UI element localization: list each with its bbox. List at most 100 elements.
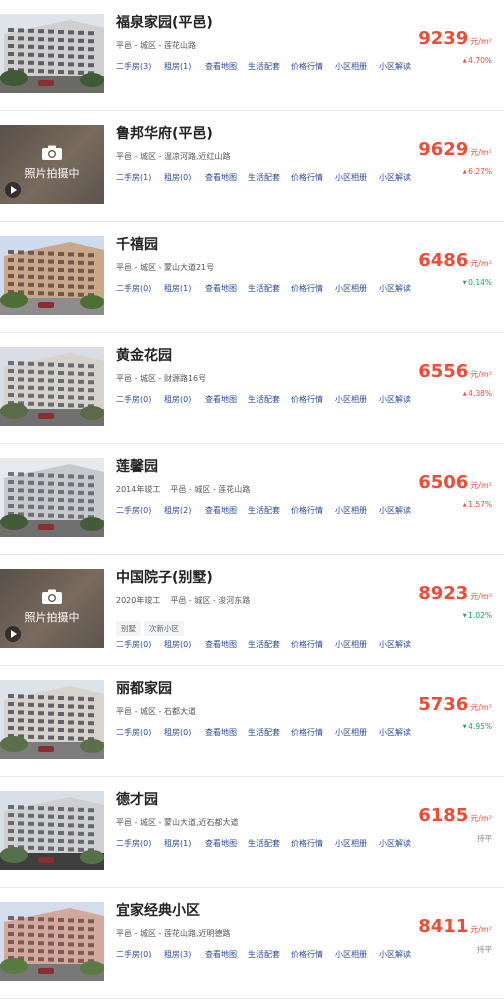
link-secondhand[interactable]: 二手房(0)	[116, 505, 151, 516]
link-price-trend[interactable]: 价格行情	[291, 283, 323, 294]
community-name[interactable]: 宜家经典小区	[116, 900, 200, 920]
listing-item[interactable]: 黄金花园 平邑 - 城区 - 财源路16号 二手房(0) 租房(0) 查看地图 生活配…	[0, 333, 504, 444]
listing-item[interactable]: 千禧园 平邑 - 城区 - 蒙山大道21号 二手房(0) 租房(1) 查看地图 生活配…	[0, 222, 504, 333]
community-name[interactable]: 丽都家园	[116, 678, 172, 698]
link-life-facilities[interactable]: 生活配套	[248, 838, 280, 849]
link-secondhand[interactable]: 二手房(0)	[116, 283, 151, 294]
community-name[interactable]: 福泉家园(平邑)	[116, 12, 213, 32]
link-price-trend[interactable]: 价格行情	[291, 639, 323, 650]
community-photo[interactable]: 照片拍摄中	[0, 125, 104, 204]
link-secondhand[interactable]: 二手房(0)	[116, 394, 151, 405]
link-album[interactable]: 小区相册	[335, 639, 367, 650]
link-album[interactable]: 小区相册	[335, 505, 367, 516]
play-icon[interactable]	[5, 626, 21, 642]
link-life-facilities[interactable]: 生活配套	[248, 172, 280, 183]
address-text: 平邑 - 城区 - 浚河东路	[170, 596, 251, 605]
community-name[interactable]: 鲁邦华府(平邑)	[116, 123, 213, 143]
listing-item[interactable]: 福泉家园(平邑) 平邑 - 城区 - 莲花山路 二手房(3) 租房(1) 查看地图生…	[0, 0, 504, 111]
photo-placeholder-text: 照片拍摄中	[24, 167, 80, 180]
link-rent[interactable]: 租房(0)	[164, 172, 191, 183]
price-change: ▲ 1.57%	[463, 500, 492, 509]
community-photo[interactable]	[0, 902, 104, 981]
link-secondhand[interactable]: 二手房(0)	[116, 727, 151, 738]
community-photo[interactable]	[0, 347, 104, 426]
link-secondhand[interactable]: 二手房(3)	[116, 61, 151, 72]
link-review[interactable]: 小区解读	[379, 505, 411, 516]
link-album[interactable]: 小区相册	[335, 838, 367, 849]
link-rent[interactable]: 租房(0)	[164, 394, 191, 405]
link-review[interactable]: 小区解读	[379, 394, 411, 405]
link-review[interactable]: 小区解读	[379, 61, 411, 72]
link-map[interactable]: 查看地图	[205, 949, 237, 960]
listing-item[interactable]: 宜家经典小区 平邑 - 城区 - 莲花山路,近明德路 二手房(0) 租房(3) 查看…	[0, 888, 504, 999]
link-life-facilities[interactable]: 生活配套	[248, 61, 280, 72]
listing-item[interactable]: 德才园 平邑 - 城区 - 蒙山大道,近石都大道 二手房(0) 租房(1) 查看地图…	[0, 777, 504, 888]
link-rent[interactable]: 租房(1)	[164, 61, 191, 72]
link-life-facilities[interactable]: 生活配套	[248, 727, 280, 738]
link-life-facilities[interactable]: 生活配套	[248, 394, 280, 405]
link-price-trend[interactable]: 价格行情	[291, 727, 323, 738]
community-name[interactable]: 黄金花园	[116, 345, 172, 365]
average-price: 8923 元/m²	[418, 583, 492, 604]
link-rent[interactable]: 租房(1)	[164, 838, 191, 849]
community-address: 平邑 - 城区 - 蒙山大道,近石都大道	[116, 817, 239, 828]
link-secondhand[interactable]: 二手房(0)	[116, 838, 151, 849]
listing-item[interactable]: 丽都家园 平邑 - 城区 - 石都大道 二手房(0) 租房(0) 查看地图 生活配套价…	[0, 666, 504, 777]
link-review[interactable]: 小区解读	[379, 283, 411, 294]
link-price-trend[interactable]: 价格行情	[291, 172, 323, 183]
community-photo[interactable]	[0, 458, 104, 537]
link-rent[interactable]: 租房(3)	[164, 949, 191, 960]
link-rent[interactable]: 租房(2)	[164, 505, 191, 516]
link-price-trend[interactable]: 价格行情	[291, 949, 323, 960]
link-map[interactable]: 查看地图	[205, 61, 237, 72]
price-value: 6486	[418, 250, 469, 271]
community-photo[interactable]: 照片拍摄中	[0, 569, 104, 648]
link-album[interactable]: 小区相册	[335, 949, 367, 960]
link-life-facilities[interactable]: 生活配套	[248, 505, 280, 516]
link-secondhand[interactable]: 二手房(1)	[116, 172, 151, 183]
community-photo[interactable]	[0, 14, 104, 93]
price-change: ▲ 4.70%	[463, 56, 492, 65]
link-price-trend[interactable]: 价格行情	[291, 505, 323, 516]
link-map[interactable]: 查看地图	[205, 727, 237, 738]
link-secondhand[interactable]: 二手房(0)	[116, 949, 151, 960]
link-review[interactable]: 小区解读	[379, 727, 411, 738]
link-review[interactable]: 小区解读	[379, 838, 411, 849]
listing-item[interactable]: 照片拍摄中 中国院子(别墅) 2020年竣工 平邑 - 城区 - 浚河东路 别墅次…	[0, 555, 504, 666]
community-name[interactable]: 莲馨园	[116, 456, 158, 476]
address-text: 平邑 - 城区 - 财源路16号	[116, 374, 207, 383]
link-review[interactable]: 小区解读	[379, 172, 411, 183]
link-rent[interactable]: 租房(1)	[164, 283, 191, 294]
link-secondhand[interactable]: 二手房(0)	[116, 639, 151, 650]
link-review[interactable]: 小区解读	[379, 639, 411, 650]
link-album[interactable]: 小区相册	[335, 172, 367, 183]
link-rent[interactable]: 租房(0)	[164, 639, 191, 650]
link-map[interactable]: 查看地图	[205, 172, 237, 183]
community-photo[interactable]	[0, 236, 104, 315]
link-map[interactable]: 查看地图	[205, 283, 237, 294]
link-price-trend[interactable]: 价格行情	[291, 394, 323, 405]
community-name[interactable]: 千禧园	[116, 234, 158, 254]
link-album[interactable]: 小区相册	[335, 61, 367, 72]
link-price-trend[interactable]: 价格行情	[291, 61, 323, 72]
link-map[interactable]: 查看地图	[205, 838, 237, 849]
community-photo[interactable]	[0, 680, 104, 759]
link-rent[interactable]: 租房(0)	[164, 727, 191, 738]
link-life-facilities[interactable]: 生活配套	[248, 283, 280, 294]
play-icon[interactable]	[5, 182, 21, 198]
community-photo[interactable]	[0, 791, 104, 870]
link-map[interactable]: 查看地图	[205, 505, 237, 516]
community-name[interactable]: 中国院子(别墅)	[116, 567, 213, 587]
link-album[interactable]: 小区相册	[335, 394, 367, 405]
link-album[interactable]: 小区相册	[335, 727, 367, 738]
listing-item[interactable]: 莲馨园 2014年竣工 平邑 - 城区 - 莲花山路 二手房(0) 租房(2) 查看地…	[0, 444, 504, 555]
link-price-trend[interactable]: 价格行情	[291, 838, 323, 849]
link-map[interactable]: 查看地图	[205, 639, 237, 650]
listing-item[interactable]: 照片拍摄中 鲁邦华府(平邑) 平邑 - 城区 - 温凉河路,近红山路 二手房(1…	[0, 111, 504, 222]
link-life-facilities[interactable]: 生活配套	[248, 949, 280, 960]
link-map[interactable]: 查看地图	[205, 394, 237, 405]
community-name[interactable]: 德才园	[116, 789, 158, 809]
link-life-facilities[interactable]: 生活配套	[248, 639, 280, 650]
link-review[interactable]: 小区解读	[379, 949, 411, 960]
link-album[interactable]: 小区相册	[335, 283, 367, 294]
